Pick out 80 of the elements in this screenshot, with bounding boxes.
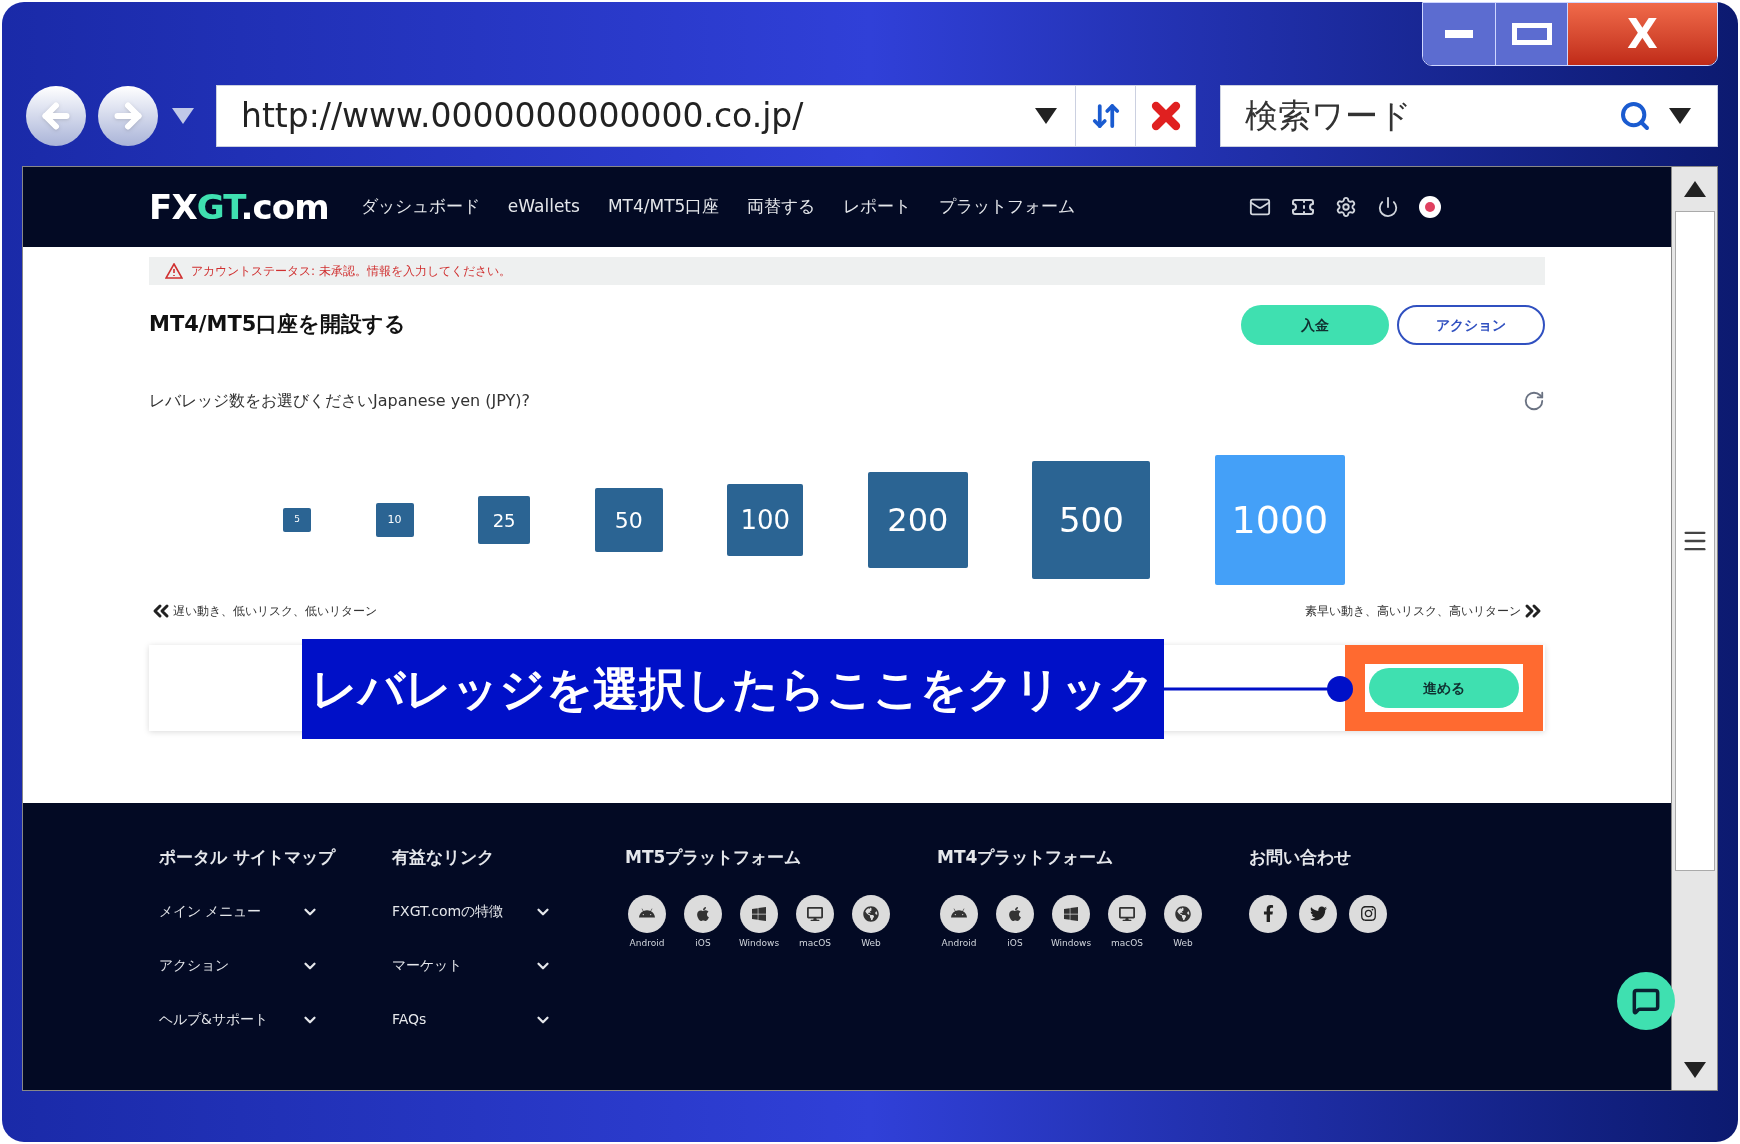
platform-label: macOS: [1111, 936, 1143, 950]
footer-heading: 有益なリンク: [392, 846, 495, 869]
footer-link[interactable]: FXGT.comの特徴: [392, 902, 520, 921]
close-button[interactable]: X: [1567, 3, 1717, 65]
leverage-option[interactable]: 500: [1032, 461, 1151, 579]
platform-label: Windows: [738, 936, 780, 950]
footer-heading: MT4プラットフォーム: [937, 846, 1115, 869]
scrollbar-thumb[interactable]: [1674, 211, 1715, 871]
maximize-button[interactable]: [1495, 3, 1567, 65]
leverage-option[interactable]: 25: [478, 496, 531, 544]
nav-link[interactable]: MT4/MT5口座: [607, 194, 720, 220]
settings-icon[interactable]: [1335, 196, 1357, 218]
nav-link[interactable]: ダッシュボード: [360, 194, 480, 220]
scroll-down-icon[interactable]: [1681, 1060, 1708, 1080]
twitter-icon[interactable]: [1299, 894, 1337, 933]
address-bar[interactable]: http://www.0000000000000.co.jp/: [216, 85, 1196, 147]
leverage-option[interactable]: 10: [375, 503, 414, 537]
mail-icon[interactable]: [1249, 196, 1271, 218]
search-icon[interactable]: [1619, 100, 1651, 132]
question-text: レバレッジ数をお選びくださいJapanese yen (JPY)?: [149, 390, 532, 412]
refresh-arrows-icon: [1090, 101, 1121, 131]
monitor-icon[interactable]: [1108, 894, 1146, 933]
footer-link[interactable]: ヘルプ&サポート: [159, 1010, 287, 1029]
platform-label: Web: [1173, 936, 1193, 950]
android-icon[interactable]: [940, 894, 978, 933]
apple-icon[interactable]: [684, 894, 722, 933]
back-button[interactable]: [26, 86, 86, 146]
facebook-icon[interactable]: [1249, 894, 1287, 933]
page-title: MT4/MT5口座を開設する: [149, 311, 408, 339]
android-icon[interactable]: [628, 894, 666, 933]
instagram-icon[interactable]: [1349, 894, 1387, 933]
warning-text: アカウントステータス: 未承認。情報を入力してください。: [191, 263, 511, 280]
power-icon[interactable]: [1377, 196, 1399, 218]
footer-link[interactable]: アクション: [159, 956, 287, 975]
nav-link[interactable]: レポート: [843, 194, 912, 220]
windows-icon[interactable]: [740, 894, 778, 933]
platform-label: iOS: [1007, 936, 1023, 950]
leverage-option[interactable]: 5: [283, 508, 311, 532]
nav-link[interactable]: 両替する: [747, 194, 816, 220]
nav-link[interactable]: プラットフォーム: [939, 194, 1076, 220]
warning-icon: [165, 263, 183, 279]
search-field[interactable]: 検索ワード: [1220, 85, 1718, 147]
platform-label: iOS: [695, 936, 711, 950]
monitor-icon[interactable]: [796, 894, 834, 933]
footer-link[interactable]: FAQs: [392, 1010, 520, 1029]
windows-icon[interactable]: [1052, 894, 1090, 933]
apple-icon[interactable]: [996, 894, 1034, 933]
dropdown-icon[interactable]: [1033, 106, 1059, 126]
scrollbar[interactable]: [1671, 167, 1717, 1090]
dropdown-icon[interactable]: [170, 106, 196, 126]
scale-label: 遅い動き、低いリスク、低いリターン: [173, 603, 377, 620]
leverage-option[interactable]: 100: [727, 484, 804, 556]
scale-label: 素早い動き、高いリスク、高いリターン: [1305, 603, 1521, 620]
platform-label: macOS: [799, 936, 831, 950]
refresh-icon[interactable]: [1523, 390, 1545, 412]
platform-label: Windows: [1050, 936, 1092, 950]
footer-link[interactable]: マーケット: [392, 956, 520, 975]
globe-icon[interactable]: [1164, 894, 1202, 933]
leverage-option[interactable]: 50: [594, 488, 663, 552]
dropdown-icon[interactable]: [1667, 106, 1693, 126]
platform-label: Android: [941, 936, 977, 950]
footer-heading: ポータル サイトマップ: [159, 846, 337, 869]
chat-icon: [1632, 987, 1660, 1015]
proceed-button[interactable]: 進める: [1369, 668, 1519, 708]
deposit-button[interactable]: 入金: [1241, 305, 1389, 345]
forward-button[interactable]: [98, 86, 158, 146]
globe-icon[interactable]: [852, 894, 890, 933]
scroll-up-icon[interactable]: [1681, 179, 1708, 199]
nav-link[interactable]: eWallets: [507, 194, 580, 220]
platform-label: Web: [861, 936, 881, 950]
annotation-text: レバレッジを選択したらここをクリック: [311, 660, 1155, 718]
platform-label: Android: [629, 936, 665, 950]
action-button[interactable]: アクション: [1397, 305, 1545, 345]
footer-heading: お問い合わせ: [1249, 846, 1352, 869]
url-text: http://www.0000000000000.co.jp/: [240, 95, 805, 138]
site-logo[interactable]: FXGT.com: [149, 181, 329, 233]
footer-heading: MT5プラットフォーム: [625, 846, 803, 869]
minimize-button[interactable]: [1423, 3, 1495, 65]
leverage-option[interactable]: 200: [867, 472, 968, 568]
footer-link[interactable]: メイン メニュー: [159, 902, 287, 921]
